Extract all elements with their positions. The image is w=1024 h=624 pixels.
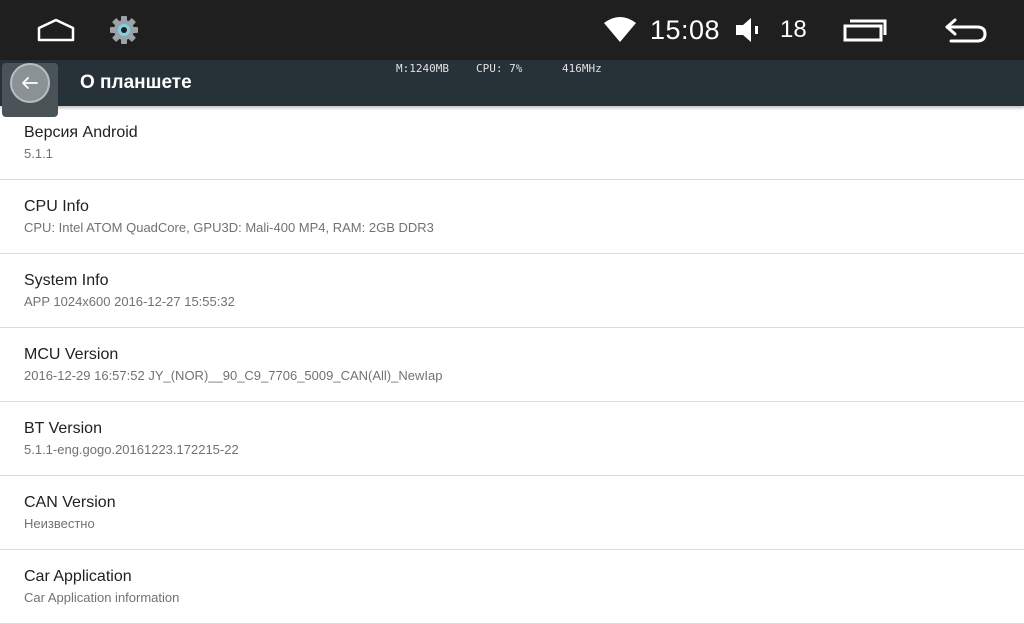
- about-list: Версия Android 5.1.1 CPU Info CPU: Intel…: [0, 106, 1024, 624]
- status-bar: 15:08 18: [0, 0, 1024, 60]
- cpu-readout: CPU: 7%: [476, 62, 523, 75]
- list-item-title: CAN Version: [24, 494, 116, 511]
- list-item-subtitle: CPU: Intel ATOM QuadCore, GPU3D: Mali-40…: [24, 220, 434, 235]
- list-item-bt-version[interactable]: BT Version 5.1.1-eng.gogo.20161223.17221…: [0, 402, 1024, 476]
- list-item-subtitle: Car Application information: [24, 590, 180, 605]
- speaker-icon[interactable]: [730, 14, 770, 46]
- arrow-left-icon: [10, 63, 50, 103]
- frequency-readout: 416MHz: [562, 62, 602, 75]
- home-icon[interactable]: [34, 14, 78, 46]
- wifi-icon: [600, 14, 640, 46]
- list-item-subtitle: 5.1.1-eng.gogo.20161223.172215-22: [24, 442, 239, 457]
- list-item-subtitle: Неизвестно: [24, 516, 95, 531]
- list-item-can-version[interactable]: CAN Version Неизвестно: [0, 476, 1024, 550]
- list-item-subtitle: 2016-12-29 16:57:52 JY_(NOR)__90_C9_7706…: [24, 368, 443, 383]
- list-item-mcu-version[interactable]: MCU Version 2016-12-29 16:57:52 JY_(NOR)…: [0, 328, 1024, 402]
- action-bar: О планшете M:1240MB CPU: 7% 416MHz: [0, 60, 1024, 117]
- list-item-car-application[interactable]: Car Application Car Application informat…: [0, 550, 1024, 624]
- page-title: О планшете: [80, 72, 192, 93]
- back-button[interactable]: [2, 63, 58, 117]
- list-item-cpu-info[interactable]: CPU Info CPU: Intel ATOM QuadCore, GPU3D…: [0, 180, 1024, 254]
- list-item-system-info[interactable]: System Info APP 1024x600 2016-12-27 15:5…: [0, 254, 1024, 328]
- volume-level: 18: [780, 16, 807, 43]
- list-item-title: BT Version: [24, 420, 102, 437]
- list-item-android-version[interactable]: Версия Android 5.1.1: [0, 106, 1024, 180]
- list-item-subtitle: 5.1.1: [24, 146, 53, 161]
- memory-readout: M:1240MB: [396, 62, 449, 75]
- gear-icon[interactable]: [104, 14, 144, 46]
- list-item-subtitle: APP 1024x600 2016-12-27 15:55:32: [24, 294, 235, 309]
- recents-icon[interactable]: [840, 14, 890, 46]
- list-item-title: MCU Version: [24, 346, 119, 363]
- clock: 15:08: [650, 15, 721, 45]
- list-item-title: Car Application: [24, 568, 132, 585]
- back-arrow-icon[interactable]: [940, 14, 992, 46]
- list-item-title: System Info: [24, 272, 109, 289]
- list-item-title: CPU Info: [24, 198, 89, 215]
- list-item-title: Версия Android: [24, 124, 138, 141]
